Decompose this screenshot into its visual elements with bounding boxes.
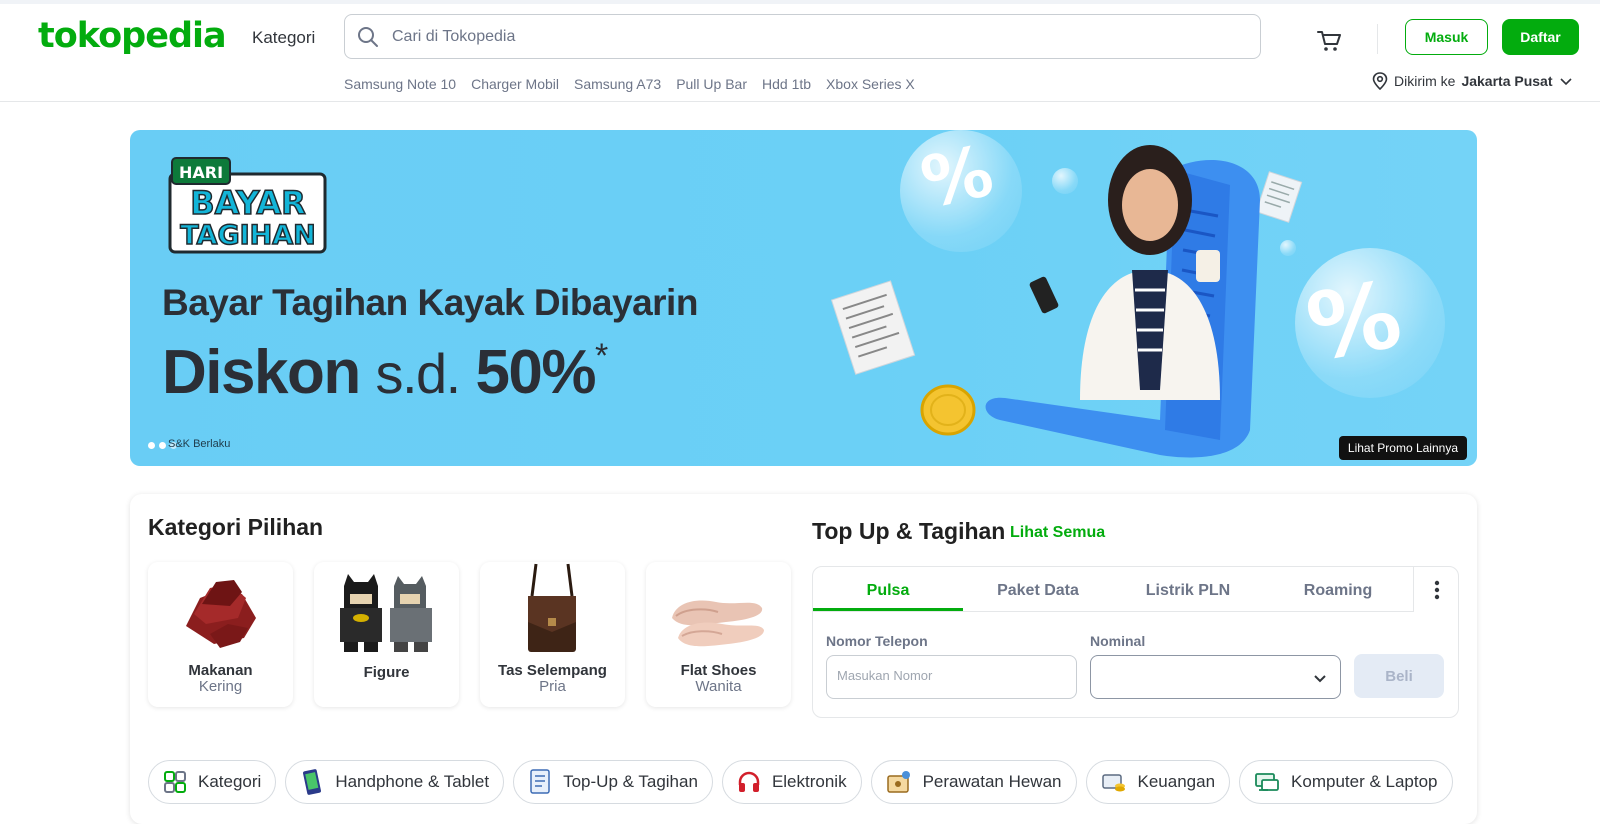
badge-hari-text: HARI — [179, 163, 223, 182]
category-card-figure[interactable]: Figure — [314, 562, 459, 707]
receipt-illustration — [830, 280, 916, 375]
kategori-menu-link[interactable]: Kategori — [252, 28, 315, 48]
dried-meat-image — [186, 580, 256, 648]
tab-listrik-pln[interactable]: Listrik PLN — [1113, 567, 1263, 611]
badge-tagihan-text: TAGIHAN — [180, 220, 316, 251]
tab-roaming[interactable]: Roaming — [1263, 567, 1413, 611]
category-label: Tas Selempang — [498, 662, 607, 679]
nominal-label: Nominal — [1090, 633, 1146, 649]
category-chips: Kategori Handphone & Tablet Top-Up & Tag… — [148, 760, 1453, 804]
topup-tabs: Pulsa Paket Data Listrik PLN Roaming — [813, 567, 1413, 612]
chip-kategori[interactable]: Kategori — [148, 760, 277, 804]
quick-link[interactable]: Samsung A73 — [574, 76, 661, 92]
kategori-pilihan-list: Makanan Kering Figure Tas Selempang Pria… — [148, 562, 791, 707]
sling-bag-image — [528, 563, 576, 652]
quick-link[interactable]: Samsung Note 10 — [344, 76, 456, 92]
headphones-icon — [738, 771, 760, 792]
chip-komputer-laptop[interactable]: Komputer & Laptop — [1239, 760, 1453, 804]
asterisk: * — [595, 337, 608, 375]
category-label: Figure — [363, 664, 410, 681]
topup-title: Top Up & Tagihan — [812, 518, 1006, 544]
category-sublabel: Wanita — [695, 678, 742, 695]
category-grid-icon — [164, 771, 186, 793]
computer-icon — [1255, 773, 1279, 791]
percent-icon: % — [1299, 260, 1409, 383]
chip-elektronik[interactable]: Elektronik — [721, 760, 862, 804]
topup-see-all-link[interactable]: Lihat Semua — [1010, 524, 1105, 542]
chevron-down-icon — [1314, 675, 1326, 683]
location-prefix: Dikirim ke — [1394, 73, 1456, 89]
register-button[interactable]: Daftar — [1502, 19, 1579, 55]
search-input[interactable]: Cari di Tokopedia — [344, 14, 1261, 59]
phone-number-label: Nomor Telepon — [826, 633, 928, 649]
category-label: Flat Shoes — [680, 662, 757, 679]
shipping-location[interactable]: Dikirim ke Jakarta Pusat — [1372, 72, 1573, 90]
category-card-tas-selempang-pria[interactable]: Tas Selempang Pria — [480, 562, 625, 707]
chip-label: Keuangan — [1137, 772, 1216, 791]
quick-link[interactable]: Pull Up Bar — [676, 76, 747, 92]
chip-label: Top-Up & Tagihan — [563, 772, 698, 791]
chip-label: Handphone & Tablet — [335, 772, 490, 791]
carousel-dot[interactable] — [159, 442, 166, 449]
chip-keuangan[interactable]: Keuangan — [1085, 760, 1231, 804]
location-pin-icon — [1372, 72, 1388, 90]
chip-label: Kategori — [198, 772, 262, 791]
kebab-menu-icon — [1434, 580, 1439, 599]
tokopedia-logo[interactable]: tokopedia — [38, 16, 227, 56]
category-sublabel: Kering — [198, 678, 243, 695]
quick-link[interactable]: Xbox Series X — [826, 76, 915, 92]
chip-perawatan-hewan[interactable]: Perawatan Hewan — [870, 760, 1077, 804]
discount-percent: 50% — [475, 338, 596, 407]
chip-label: Perawatan Hewan — [922, 772, 1062, 791]
banner-title: Bayar Tagihan Kayak Dibayarin — [162, 282, 698, 323]
badge-bayar-text: BAYAR — [190, 184, 306, 222]
category-card-makanan-kering[interactable]: Makanan Kering — [148, 562, 293, 707]
carousel-dot[interactable] — [148, 442, 155, 449]
chip-label: Komputer & Laptop — [1291, 772, 1438, 791]
location-city: Jakarta Pusat — [1461, 73, 1553, 89]
header: tokopedia Kategori Cari di Tokopedia Sam… — [0, 4, 1600, 102]
topup-widget: Pulsa Paket Data Listrik PLN Roaming Nom… — [812, 566, 1459, 718]
nominal-select[interactable] — [1090, 655, 1341, 699]
banner-terms: S&K Berlaku — [168, 438, 231, 450]
chip-handphone-tablet[interactable]: Handphone & Tablet — [285, 760, 505, 804]
hari-bayar-tagihan-badge: HARI BAYAR TAGIHAN — [168, 157, 327, 254]
chip-top-up-tagihan[interactable]: Top-Up & Tagihan — [513, 760, 713, 804]
tab-paket-data[interactable]: Paket Data — [963, 567, 1113, 611]
woman-with-receipt-illustration — [985, 145, 1260, 458]
quick-search-links: Samsung Note 10 Charger Mobil Samsung A7… — [344, 76, 915, 92]
category-label: Makanan — [188, 662, 253, 679]
search-placeholder: Cari di Tokopedia — [392, 28, 516, 45]
pet-care-icon — [886, 771, 910, 793]
banner-discount: Diskon s.d. 50%* — [162, 337, 608, 408]
more-options-button[interactable] — [1413, 567, 1459, 612]
quick-link[interactable]: Hdd 1tb — [762, 76, 811, 92]
promo-banner[interactable]: % % HARI BAYAR TAGIHAN Bayar Tagihan Kay… — [130, 130, 1477, 466]
bill-icon — [530, 769, 550, 794]
see-more-promo-button[interactable]: Lihat Promo Lainnya — [1338, 436, 1467, 460]
phone-number-input[interactable]: Masukan Nomor — [826, 655, 1077, 699]
chip-label: Elektronik — [771, 772, 847, 791]
category-card-flat-shoes-wanita[interactable]: Flat Shoes Wanita — [646, 562, 791, 707]
cart-icon[interactable] — [1316, 28, 1342, 54]
sd-word: s.d. — [375, 342, 461, 405]
diskon-word: Diskon — [162, 338, 361, 407]
login-button[interactable]: Masuk — [1405, 19, 1488, 55]
home-widgets-card: Kategori Pilihan Makanan Kering Figure T… — [130, 494, 1477, 824]
flat-shoes-image — [672, 600, 764, 647]
finance-icon — [1101, 774, 1125, 792]
quick-link[interactable]: Charger Mobil — [471, 76, 559, 92]
phone-icon — [303, 769, 322, 795]
figure-image — [340, 574, 432, 652]
header-divider — [1377, 24, 1378, 54]
chevron-down-icon — [1559, 78, 1572, 86]
kategori-pilihan-title: Kategori Pilihan — [148, 514, 324, 540]
search-icon — [358, 27, 378, 47]
category-sublabel: Pria — [539, 678, 566, 695]
buy-button[interactable]: Beli — [1354, 654, 1444, 698]
tab-pulsa[interactable]: Pulsa — [813, 567, 963, 611]
